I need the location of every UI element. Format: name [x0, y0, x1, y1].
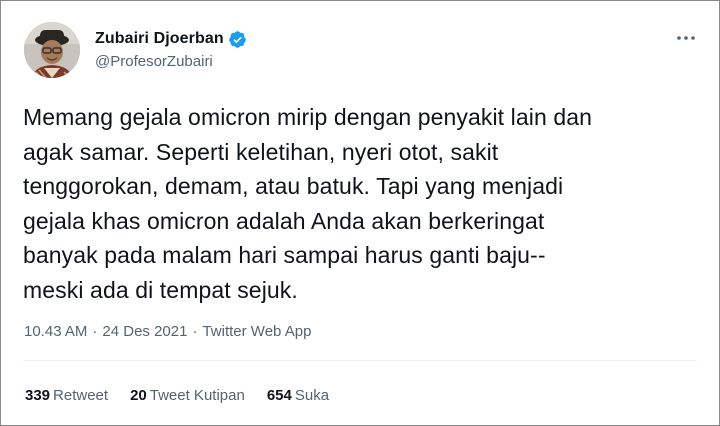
retweet-count[interactable]: 339 Retweet	[25, 387, 108, 404]
tweet-date[interactable]: 24 Des 2021	[102, 323, 187, 340]
author-display-name[interactable]: Zubairi Djoerban	[95, 30, 224, 48]
retweet-count-label: Retweet	[53, 387, 109, 404]
author-handle[interactable]: @ProfesorZubairi	[95, 53, 213, 70]
author-name-row[interactable]: Zubairi Djoerban	[95, 29, 247, 49]
avatar[interactable]	[24, 22, 80, 78]
quote-tweet-count-label: Tweet Kutipan	[149, 387, 245, 404]
meta-separator: ·	[92, 323, 98, 340]
quote-tweet-count-number: 20	[130, 387, 147, 404]
meta-separator: ·	[192, 323, 198, 340]
tweet-time[interactable]: 10.43 AM	[24, 323, 87, 340]
like-count-label: Suka	[294, 387, 330, 404]
verified-badge-icon	[228, 30, 247, 49]
tweet-metadata: 10.43 AM · 24 Des 2021 · Twitter Web App	[24, 323, 311, 340]
divider	[23, 360, 697, 361]
avatar-image	[24, 22, 80, 78]
tweet-card: Zubairi Djoerban @ProfesorZubairi Memang…	[0, 0, 720, 426]
more-options-icon[interactable]	[675, 27, 697, 49]
engagement-stats: 339 Retweet 20 Tweet Kutipan 654 Suka	[25, 387, 351, 404]
like-count[interactable]: 654 Suka	[267, 387, 329, 404]
retweet-count-number: 339	[25, 387, 51, 404]
tweet-source[interactable]: Twitter Web App	[202, 323, 311, 340]
like-count-number: 654	[266, 387, 292, 404]
tweet-text: Memang gejala omicron mirip dengan penya…	[23, 104, 593, 303]
quote-tweet-count[interactable]: 20 Tweet Kutipan	[130, 387, 245, 404]
